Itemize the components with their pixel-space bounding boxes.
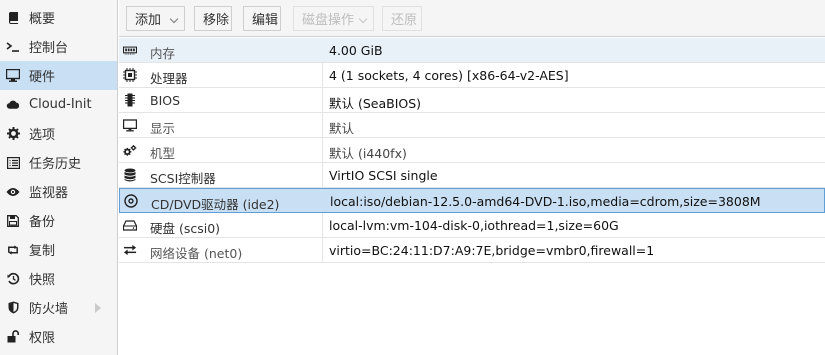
eye-icon <box>6 185 20 199</box>
retweet-icon <box>6 243 20 257</box>
sidebar-item-label: Cloud-Init <box>29 97 92 112</box>
cogs-icon <box>123 143 137 157</box>
shield-icon <box>6 301 20 315</box>
hdd-icon <box>123 218 137 232</box>
sidebar-item-task-history[interactable]: 任务历史 <box>0 148 117 177</box>
revert-button-label: 还原 <box>391 13 418 28</box>
cpu-icon <box>123 68 137 82</box>
hardware-row-memory[interactable]: 内存 4.00 GiB <box>119 38 825 63</box>
sidebar-item-hardware[interactable]: 硬件 <box>0 61 117 90</box>
edit-button-label: 编辑 <box>252 13 279 28</box>
hardware-row-scsi-controller[interactable]: SCSI控制器 VirtIO SCSI single <box>119 163 825 188</box>
sidebar-item-label: 备份 <box>29 215 56 230</box>
hardware-row-value: VirtIO SCSI single <box>329 168 438 183</box>
hardware-row-value: 4.00 GiB <box>329 43 383 58</box>
hardware-row-value: virtio=BC:24:11:D7:A9:7E,bridge=vmbr0,fi… <box>329 243 655 258</box>
sidebar-item-backup[interactable]: 备份 <box>0 206 117 235</box>
remove-button[interactable]: 移除 <box>194 6 232 31</box>
chevron-down-icon <box>358 14 368 24</box>
gear-icon <box>6 127 20 141</box>
floppy-icon <box>6 214 20 228</box>
hardware-row-machine[interactable]: 机型 默认 (i440fx) <box>119 138 825 163</box>
edit-button[interactable]: 编辑 <box>243 6 281 31</box>
sidebar-item-label: 概要 <box>29 12 56 27</box>
microchip-icon <box>123 93 137 107</box>
hardware-row-value: 默认 (i440fx) <box>329 146 407 161</box>
hardware-row-value: local-lvm:vm-104-disk-0,iothread=1,size=… <box>329 218 619 233</box>
history-icon <box>6 272 20 286</box>
sidebar-item-label: 任务历史 <box>29 157 82 172</box>
cdrom-icon <box>124 194 138 208</box>
memory-icon <box>123 43 137 57</box>
sidebar-item-label: 复制 <box>29 244 56 259</box>
exchange-icon <box>123 243 137 257</box>
sidebar-item-label: 防火墙 <box>29 302 69 317</box>
sidebar-item-snapshots[interactable]: 快照 <box>0 264 117 293</box>
revert-button[interactable]: 还原 <box>382 6 422 31</box>
sidebar-item-replication[interactable]: 复制 <box>0 235 117 264</box>
hardware-row-processor[interactable]: 处理器 4 (1 sockets, 4 cores) [x86-64-v2-AE… <box>119 63 825 88</box>
submenu-arrow-icon <box>95 303 101 313</box>
sidebar-item-label: 快照 <box>29 273 56 288</box>
cloud-icon <box>6 98 20 112</box>
book-icon <box>6 11 20 25</box>
sidebar-item-label: 硬件 <box>29 70 56 85</box>
hardware-row-cdrom[interactable]: CD/DVD驱动器 (ide2) local:iso/debian-12.5.0… <box>119 188 825 213</box>
sidebar-item-console[interactable]: 控制台 <box>0 32 117 61</box>
chevron-down-icon <box>169 14 179 24</box>
hardware-row-key: 内存 <box>150 46 176 61</box>
sidebar-item-permissions[interactable]: 权限 <box>0 322 117 351</box>
hardware-row-key: 硬盘 (scsi0) <box>150 221 221 236</box>
hardware-row-hard-disk[interactable]: 硬盘 (scsi0) local-lvm:vm-104-disk-0,iothr… <box>119 213 825 238</box>
sidebar-item-firewall[interactable]: 防火墙 <box>0 293 117 322</box>
hardware-row-bios[interactable]: BIOS 默认 (SeaBIOS) <box>119 88 825 113</box>
hardware-row-key: 机型 <box>150 146 176 161</box>
hardware-row-value: 4 (1 sockets, 4 cores) [x86-64-v2-AES] <box>329 68 569 83</box>
hardware-row-key: 处理器 <box>150 71 188 86</box>
remove-button-label: 移除 <box>203 13 230 28</box>
toolbar: 添加 移除 编辑 磁盘操作 还原 <box>119 0 825 37</box>
hardware-row-network[interactable]: 网络设备 (net0) virtio=BC:24:11:D7:A9:7E,bri… <box>119 238 825 263</box>
hardware-row-key: SCSI控制器 <box>150 171 216 186</box>
unlock-icon <box>6 330 20 344</box>
hardware-row-key: 网络设备 (net0) <box>150 246 243 261</box>
monitor-icon <box>123 118 137 132</box>
hardware-row-value: 默认 (SeaBIOS) <box>329 96 422 111</box>
disk-action-button[interactable]: 磁盘操作 <box>293 6 374 31</box>
list-icon <box>6 156 20 170</box>
sidebar: 概要 控制台 硬件 Cloud-Init 选项 任务历史 监视器 备份 复制 快… <box>0 0 118 355</box>
sidebar-item-monitor[interactable]: 监视器 <box>0 177 117 206</box>
add-button[interactable]: 添加 <box>126 6 185 31</box>
sidebar-item-label: 选项 <box>29 128 56 143</box>
hardware-row-key: BIOS <box>150 93 181 108</box>
sidebar-item-label: 权限 <box>29 331 56 346</box>
disk-action-button-label: 磁盘操作 <box>302 13 355 28</box>
desktop-icon <box>6 69 20 83</box>
sidebar-item-summary[interactable]: 概要 <box>0 3 117 32</box>
sidebar-item-cloud-init[interactable]: Cloud-Init <box>0 90 117 119</box>
hardware-row-display[interactable]: 显示 默认 <box>119 113 825 138</box>
hardware-row-value: local:iso/debian-12.5.0-amd64-DVD-1.iso,… <box>330 194 761 209</box>
hardware-row-key: 显示 <box>150 121 176 136</box>
terminal-icon <box>6 40 20 54</box>
add-button-label: 添加 <box>135 13 162 28</box>
database-icon <box>123 168 137 182</box>
sidebar-item-label: 控制台 <box>29 41 69 56</box>
hardware-row-value: 默认 <box>329 121 355 136</box>
sidebar-item-options[interactable]: 选项 <box>0 119 117 148</box>
sidebar-item-label: 监视器 <box>29 186 69 201</box>
hardware-row-key: CD/DVD驱动器 (ide2) <box>151 197 280 212</box>
